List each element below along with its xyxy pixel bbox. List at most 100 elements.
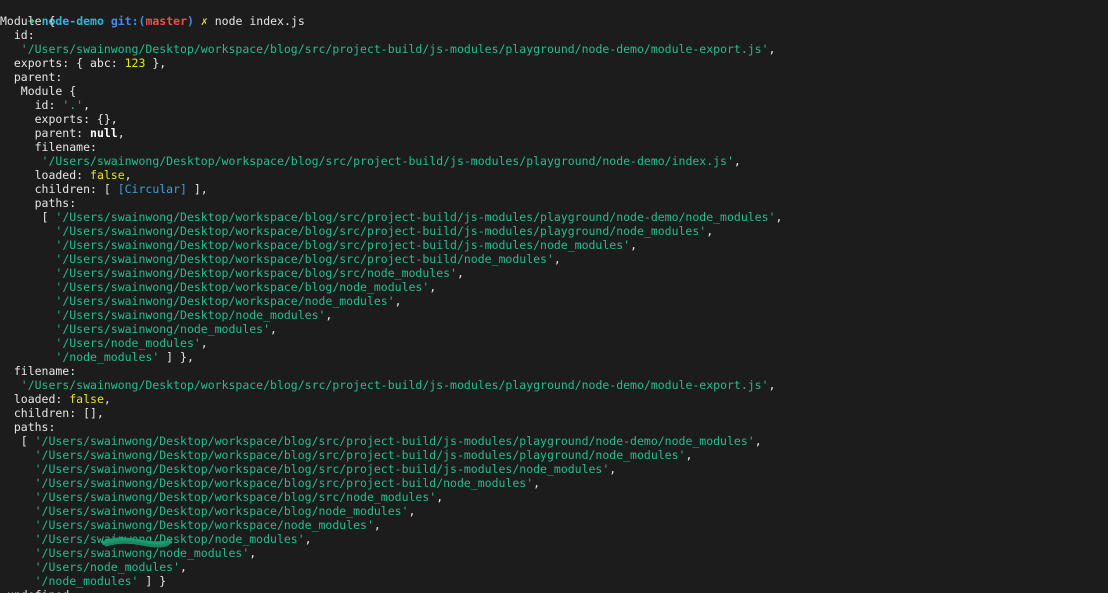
output-line: '/node_modules' ] },: [0, 350, 1108, 364]
output-text: ,: [553, 252, 561, 266]
output-text: id:: [0, 28, 35, 42]
string-literal: '/Users/node_modules': [55, 336, 201, 350]
output-text: paths:: [0, 420, 56, 434]
undefined-literal: undefined: [7, 588, 69, 593]
output-text: ,: [270, 322, 277, 336]
output-text: ,: [200, 336, 208, 350]
string-literal: '/Users/swainwong/Desktop/workspace/blog…: [34, 504, 409, 518]
string-literal: '/Users/swainwong/Desktop/workspace/blog…: [55, 252, 554, 266]
output-line: '/Users/swainwong/Desktop/workspace/blog…: [0, 504, 1108, 518]
output-line: exports: {},: [0, 112, 1108, 126]
output-line: parent: null,: [0, 126, 1108, 140]
output-line: '/Users/swainwong/Desktop/workspace/blog…: [0, 154, 1108, 168]
output-line: loaded: false,: [0, 168, 1108, 182]
output-text: ,: [706, 224, 714, 238]
output-text: ,: [117, 126, 125, 140]
output-text: ,: [180, 560, 187, 574]
output-line: '/node_modules' ] }: [0, 574, 1108, 588]
string-literal: '/Users/swainwong/Desktop/workspace/node…: [55, 294, 395, 308]
output-text: ,: [124, 168, 132, 182]
output-text: exports: {},: [0, 112, 118, 126]
output-line: undefined: [0, 588, 1108, 593]
output-line: '/Users/swainwong/Desktop/workspace/blog…: [0, 448, 1108, 462]
output-line: '/Users/swainwong/Desktop/node_modules',: [0, 308, 1108, 322]
output-line: '/Users/swainwong/node_modules',: [0, 546, 1108, 560]
output-text: ,: [630, 238, 637, 252]
output-text: Module {: [0, 14, 56, 28]
output-text: ,: [83, 98, 91, 112]
string-literal: '/Users/swainwong/Desktop/workspace/blog…: [41, 154, 734, 168]
string-literal: '/Users/swainwong/Desktop/workspace/blog…: [34, 462, 610, 476]
output-line: '/Users/swainwong/Desktop/workspace/blog…: [0, 462, 1108, 476]
output-line: filename:: [0, 140, 1108, 154]
boolean-literal: false: [69, 392, 104, 406]
output-text: Module {: [0, 84, 77, 98]
string-literal: '/node_modules': [34, 574, 139, 588]
output-line: [ '/Users/swainwong/Desktop/workspace/bl…: [0, 434, 1108, 448]
output-text: ,: [373, 518, 381, 532]
output-line: '/Users/swainwong/Desktop/workspace/blog…: [0, 224, 1108, 238]
output-line: Module {: [0, 14, 1108, 28]
output-line: '/Users/swainwong/node_modules',: [0, 322, 1108, 336]
output-line: '/Users/swainwong/Desktop/workspace/blog…: [0, 378, 1108, 392]
output-text: ,: [609, 462, 617, 476]
output-text: ] },: [159, 350, 194, 364]
output-line: Module {: [0, 84, 1108, 98]
output-text: ,: [394, 294, 402, 308]
output-line: '/Users/swainwong/Desktop/node_modules',: [0, 532, 1108, 546]
number-literal: 123: [124, 56, 146, 70]
string-literal: '/Users/swainwong/Desktop/workspace/blog…: [55, 266, 457, 280]
output-text: parent:: [0, 70, 63, 84]
output-line: id:: [0, 28, 1108, 42]
circular-ref: [Circular]: [117, 182, 187, 196]
output-line: '/Users/swainwong/Desktop/workspace/blog…: [0, 476, 1108, 490]
boolean-literal: false: [90, 168, 125, 182]
string-literal: '/Users/node_modules': [34, 560, 181, 574]
string-literal: '/Users/swainwong/Desktop/workspace/blog…: [55, 238, 631, 252]
output-line: id: '.',: [0, 98, 1108, 112]
output-text: ,: [249, 546, 257, 560]
terminal-output: Module { id: '/Users/swainwong/Desktop/w…: [0, 14, 1108, 593]
output-text: [: [0, 434, 35, 448]
output-line: '/Users/swainwong/Desktop/workspace/blog…: [0, 238, 1108, 252]
output-line: exports: { abc: 123 },: [0, 56, 1108, 70]
output-line: '/Users/swainwong/Desktop/workspace/node…: [0, 294, 1108, 308]
null-literal: null: [90, 126, 118, 140]
string-literal: '.': [62, 98, 84, 112]
output-text: ,: [103, 392, 111, 406]
string-literal: '/Users/swainwong/Desktop/node_modules': [55, 308, 326, 322]
output-line: '/Users/swainwong/Desktop/workspace/blog…: [0, 490, 1108, 504]
output-text: filename:: [0, 364, 77, 378]
output-text: loaded:: [0, 392, 70, 406]
output-text: exports: { abc:: [0, 56, 125, 70]
output-text: parent:: [0, 126, 91, 140]
output-text: ,: [436, 490, 444, 504]
string-literal: '/Users/swainwong/Desktop/workspace/blog…: [55, 210, 776, 224]
output-line: '/Users/node_modules',: [0, 560, 1108, 574]
output-line: '/Users/node_modules',: [0, 336, 1108, 350]
string-literal: '/Users/swainwong/Desktop/workspace/blog…: [34, 490, 437, 504]
output-text: ,: [768, 42, 776, 56]
string-literal: '/Users/swainwong/Desktop/workspace/blog…: [55, 280, 430, 294]
string-literal: '/Users/swainwong/Desktop/workspace/blog…: [34, 448, 686, 462]
output-line: '/Users/swainwong/Desktop/workspace/node…: [0, 518, 1108, 532]
terminal-window[interactable]: ➜ node-demo git:(master) ✗ node index.js…: [0, 0, 1108, 593]
output-text: ],: [186, 182, 208, 196]
output-text: ] }: [138, 574, 167, 588]
output-text: ,: [408, 504, 416, 518]
output-line: paths:: [0, 420, 1108, 434]
output-line: loaded: false,: [0, 392, 1108, 406]
output-line: filename:: [0, 364, 1108, 378]
